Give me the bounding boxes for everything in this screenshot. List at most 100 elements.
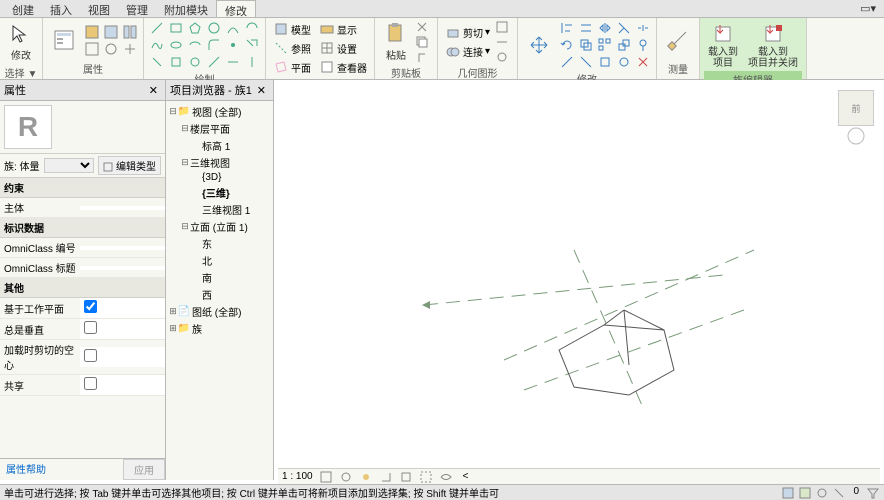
tab-create[interactable]: 创建 [4,0,42,17]
properties-help-link[interactable]: 属性帮助 [0,459,52,480]
ellipse-icon[interactable] [167,37,185,53]
tab-insert[interactable]: 插入 [42,0,80,17]
tab-addins[interactable]: 附加模块 [156,0,216,17]
ref-button[interactable]: 参照 [270,39,314,57]
plane-button[interactable]: 平面 [270,58,314,76]
measure-button[interactable] [661,26,695,55]
geom-icon-3[interactable] [495,50,513,64]
omni-code-value[interactable] [80,246,165,250]
draw-14[interactable] [167,54,185,70]
partial-ellipse-icon[interactable] [186,37,204,53]
draw-15[interactable] [186,54,204,70]
model-button[interactable]: 模型 [270,20,314,38]
offset-icon[interactable] [577,20,595,36]
browser-close-icon[interactable]: ✕ [254,84,269,97]
prop-icon-5[interactable] [102,41,120,57]
sun-path-icon[interactable] [359,470,373,484]
host-value[interactable] [80,206,165,210]
tree-3d[interactable]: {3D} [168,171,271,184]
cut-icon[interactable] [415,20,433,34]
pin-icon[interactable] [634,37,652,53]
tree-east[interactable]: 东 [168,235,271,252]
join-button[interactable]: 连接 ▾ [442,43,493,61]
omni-title-value[interactable] [80,266,165,270]
tree-3d-view1[interactable]: 三维视图 1 [168,201,271,218]
modify-button[interactable]: 修改 [4,20,38,64]
tree-level1[interactable]: 标高 1 [168,137,271,154]
line-icon[interactable] [148,20,166,36]
ribbon-collapse-icon[interactable]: ▭▾ [852,0,884,17]
rect-icon[interactable] [167,20,185,36]
array-icon[interactable] [596,37,614,53]
match-icon[interactable] [415,50,433,64]
reveal-icon[interactable]: < [459,470,473,484]
type-dropdown[interactable] [44,158,95,173]
point-icon[interactable] [224,37,242,53]
tree-sheets[interactable]: ⊞📄图纸 (全部) [168,303,271,320]
set-button[interactable]: 设置 [316,39,370,57]
geom-icon-1[interactable] [495,20,513,34]
status-icon-3[interactable] [815,486,829,500]
tree-north[interactable]: 北 [168,252,271,269]
family-types-icon[interactable] [83,24,101,40]
drawing-canvas[interactable]: 前 [274,80,884,480]
family-category-icon[interactable] [102,24,120,40]
arc-icon[interactable] [224,20,242,36]
draw-18[interactable] [243,54,261,70]
view-cube[interactable]: 前 [838,90,874,126]
status-icon-2[interactable] [798,486,812,500]
shadows-icon[interactable] [379,470,393,484]
visual-style-icon[interactable] [339,470,353,484]
draw-13[interactable] [148,54,166,70]
nav-wheel-icon[interactable] [838,126,874,146]
type-props-icon[interactable] [121,24,139,40]
tree-3dviews[interactable]: ⊟三维视图 [168,154,271,171]
tree-south[interactable]: 南 [168,269,271,286]
mod-14[interactable] [615,54,633,70]
split-icon[interactable] [634,20,652,36]
tree-west[interactable]: 西 [168,286,271,303]
load-into-project-button[interactable]: 载入到 项目 [704,20,742,71]
circle-icon[interactable] [205,20,223,36]
status-icon-1[interactable] [781,486,795,500]
draw-17[interactable] [224,54,242,70]
draw-16[interactable] [205,54,223,70]
move-button[interactable] [522,31,556,60]
tree-3d-name[interactable]: {三维} [168,184,271,201]
fillet-icon[interactable] [205,37,223,53]
scale-icon[interactable] [615,37,633,53]
geom-icon-2[interactable] [495,35,513,49]
edit-type-button[interactable]: 编辑类型 [98,156,161,175]
load-close-button[interactable]: 载入到 项目并关闭 [744,20,802,71]
align-icon[interactable] [558,20,576,36]
cut-geom-button[interactable]: 剪切 ▾ [442,24,493,42]
tree-views[interactable]: ⊟📁视图 (全部) [168,103,271,120]
properties-button[interactable] [47,26,81,55]
pick-line-icon[interactable] [243,37,261,53]
rotate-icon[interactable] [558,37,576,53]
detail-level-icon[interactable] [319,470,333,484]
mirror-icon[interactable] [596,20,614,36]
delete-icon[interactable] [634,54,652,70]
polygon-icon[interactable] [186,20,204,36]
tree-floorplans[interactable]: ⊟楼层平面 [168,120,271,137]
always-vertical-checkbox[interactable] [84,321,97,334]
void-cut-checkbox[interactable] [84,349,97,362]
tab-modify[interactable]: 修改 [216,0,256,17]
mod-12[interactable] [577,54,595,70]
tree-elevations[interactable]: ⊟立面 (立面 1) [168,218,271,235]
spline-icon[interactable] [148,37,166,53]
trim-icon[interactable] [615,20,633,36]
mod-13[interactable] [596,54,614,70]
tab-manage[interactable]: 管理 [118,0,156,17]
prop-icon-4[interactable] [83,41,101,57]
paste-button[interactable]: 粘贴 [379,20,413,64]
prop-icon-6[interactable] [121,41,139,57]
copy-icon[interactable] [415,35,433,49]
show-button[interactable]: 显示 [316,20,370,38]
tab-view[interactable]: 视图 [80,0,118,17]
scale-label[interactable]: 1 : 100 [282,471,313,482]
filter-icon[interactable] [866,486,880,500]
tree-families[interactable]: ⊞📁族 [168,320,271,337]
arc2-icon[interactable] [243,20,261,36]
